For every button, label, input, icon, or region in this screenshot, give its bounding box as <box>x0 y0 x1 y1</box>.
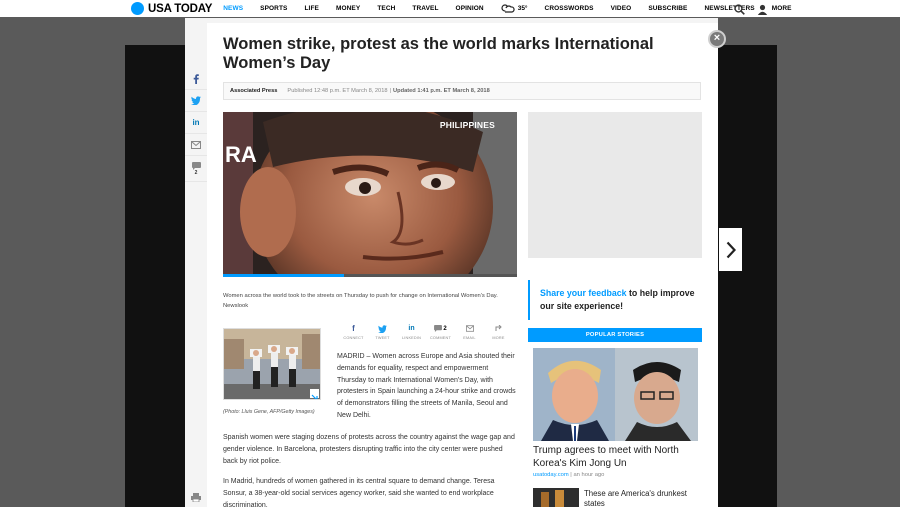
chevron-right-icon <box>726 241 736 258</box>
social-rail: in 2 <box>185 68 207 182</box>
user-account-icon[interactable] <box>757 2 768 20</box>
popular-story-2-title[interactable]: These are America's drunkest states <box>584 489 702 507</box>
rail-facebook-button[interactable] <box>185 68 207 90</box>
twitter-icon <box>378 323 387 334</box>
nav-item-video[interactable]: VIDEO <box>611 5 632 12</box>
comment-count: 2 <box>443 325 447 332</box>
nav-item-opinion[interactable]: OPINION <box>456 5 484 12</box>
popular-story-image[interactable] <box>533 348 698 441</box>
story-time: an hour ago <box>573 472 605 478</box>
share-more-icon <box>495 323 503 334</box>
feedback-link[interactable]: Share your feedback <box>540 288 627 298</box>
trump-kim-photo <box>533 348 698 441</box>
article-modal: in 2 Women strike, protest as the world … <box>185 18 718 507</box>
share-label: LINKEDIN <box>401 336 422 340</box>
facebook-icon <box>193 73 199 84</box>
share-linkedin[interactable]: in LINKEDIN <box>397 323 426 340</box>
email-icon <box>465 323 474 334</box>
updated-time: Updated 1:41 p.m. ET March 8, 2018 <box>393 88 490 94</box>
hero-video[interactable]: RA PHILIPPINES <box>223 112 517 277</box>
comment-icon <box>191 161 201 170</box>
next-article-button[interactable] <box>719 228 742 271</box>
hero-location-label: PHILIPPINES <box>439 120 495 130</box>
feedback-prompt: Share your feedback to help improve our … <box>528 280 702 320</box>
share-label: TWEET <box>375 336 390 340</box>
weather-temperature: 35° <box>517 5 528 12</box>
nav-items: NEWS SPORTS LIFE MONEY TECH TRAVEL OPINI… <box>223 4 808 13</box>
share-label: COMMENT <box>429 336 451 340</box>
rail-email-button[interactable] <box>185 134 207 156</box>
rail-twitter-button[interactable] <box>185 90 207 112</box>
close-button[interactable]: × <box>708 30 726 48</box>
published-time: Published 12:48 p.m. ET March 8, 2018 <box>287 88 388 94</box>
close-icon: × <box>713 32 721 44</box>
rail-comment-count: 2 <box>194 169 198 176</box>
logo-dot-icon <box>131 2 144 15</box>
share-email[interactable]: EMAIL <box>455 323 484 340</box>
article-paragraph-2: Spanish women were staging dozens of pro… <box>223 434 515 465</box>
nav-icons <box>722 2 768 20</box>
email-icon <box>191 140 201 149</box>
weather-partly-cloudy-icon <box>501 4 515 13</box>
background-panel-left <box>125 45 185 507</box>
popular-story-title[interactable]: Trump agrees to meet with North Korea's … <box>533 444 703 470</box>
share-twitter[interactable]: TWEET <box>368 323 397 340</box>
background-panel-right <box>718 45 777 507</box>
nav-item-tech[interactable]: TECH <box>377 5 395 12</box>
search-icon[interactable] <box>734 2 745 20</box>
article-title: Women strike, protest as the world marks… <box>223 35 654 72</box>
author[interactable]: Associated Press <box>230 88 277 94</box>
logo-text: USA TODAY <box>148 2 213 15</box>
byline-separator: | <box>389 88 392 94</box>
nav-item-life[interactable]: LIFE <box>304 5 318 12</box>
svg-text:RA: RA <box>225 142 257 167</box>
share-label: EMAIL <box>463 336 476 340</box>
advertisement-slot <box>528 112 702 258</box>
rail-linkedin-button[interactable]: in <box>185 112 207 134</box>
nav-item-money[interactable]: MONEY <box>336 5 360 12</box>
hero-video-image: RA <box>223 112 517 277</box>
linkedin-icon: in <box>192 118 200 127</box>
expand-icon[interactable] <box>310 389 319 399</box>
nav-item-subscribe[interactable]: SUBSCRIBE <box>648 5 687 12</box>
nav-item-sports[interactable]: SPORTS <box>260 5 287 12</box>
top-navigation: USA TODAY NEWS SPORTS LIFE MONEY TECH TR… <box>0 0 900 17</box>
hero-caption: Women across the world took to the stree… <box>223 293 498 309</box>
usa-today-logo[interactable]: USA TODAY <box>131 2 212 15</box>
share-comment[interactable]: 2 COMMENT <box>426 323 455 340</box>
share-label: CONNECT <box>343 336 364 340</box>
facebook-icon: f <box>352 324 355 333</box>
story-source[interactable]: usatoday.com <box>533 472 569 478</box>
story-meta-separator: | <box>570 472 572 478</box>
share-bar: f CONNECT TWEET in LINKEDIN 2 COMMENT EM… <box>339 323 513 340</box>
linkedin-icon: in <box>408 325 415 332</box>
share-facebook[interactable]: f CONNECT <box>339 323 368 340</box>
rail-comment-button[interactable]: 2 <box>185 156 207 182</box>
nav-item-travel[interactable]: TRAVEL <box>412 5 438 12</box>
comment-icon: 2 <box>434 323 447 334</box>
drinks-photo <box>533 488 579 507</box>
print-icon <box>191 493 201 502</box>
share-more[interactable]: MORE <box>484 323 513 340</box>
video-progress-fill <box>223 274 344 277</box>
share-label: MORE <box>492 336 505 340</box>
photo-credit: (Photo: Lluis Gene, AFP/Getty Images) <box>223 409 315 415</box>
byline: Associated Press Published 12:48 p.m. ET… <box>223 82 701 100</box>
article-paragraph-1: MADRID – Women across Europe and Asia sh… <box>337 353 516 419</box>
nav-item-more[interactable]: MORE <box>772 5 792 12</box>
nav-item-crosswords[interactable]: CROSSWORDS <box>545 5 594 12</box>
twitter-icon <box>191 96 201 105</box>
article-body: Women strike, protest as the world marks… <box>207 23 718 507</box>
weather-widget[interactable]: 35° <box>501 4 528 13</box>
popular-story-meta: usatoday.com | an hour ago <box>533 472 604 478</box>
popular-story-2-image[interactable] <box>533 488 579 507</box>
nav-item-news[interactable]: NEWS <box>223 5 243 12</box>
article-paragraph-3: In Madrid, hundreds of women gathered in… <box>223 478 495 507</box>
protest-photo <box>224 329 320 399</box>
video-progress-bar[interactable] <box>223 274 517 277</box>
popular-stories-header: POPULAR STORIES <box>528 328 702 342</box>
rail-print-button[interactable] <box>185 488 207 507</box>
inline-photo[interactable] <box>223 328 321 400</box>
